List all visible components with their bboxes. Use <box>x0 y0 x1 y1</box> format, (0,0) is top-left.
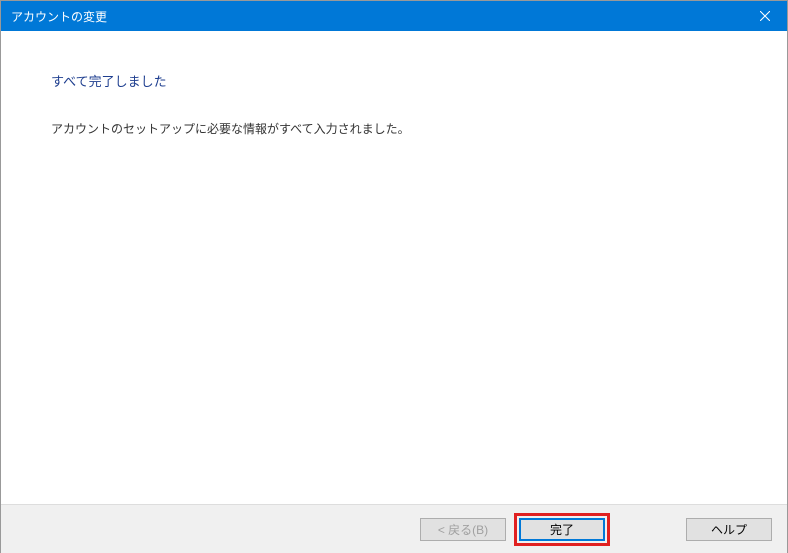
content-area: すべて完了しました アカウントのセットアップに必要な情報がすべて入力されました。 <box>1 31 787 504</box>
close-button[interactable] <box>742 1 787 31</box>
titlebar: アカウントの変更 <box>1 1 787 31</box>
finish-button-highlight: 完了 <box>514 513 610 546</box>
help-button[interactable]: ヘルプ <box>686 518 772 541</box>
window-title: アカウントの変更 <box>11 8 107 25</box>
finish-button[interactable]: 完了 <box>519 518 605 541</box>
back-button: < 戻る(B) <box>420 518 506 541</box>
footer-bar: < 戻る(B) 完了 ヘルプ <box>1 504 787 553</box>
page-description: アカウントのセットアップに必要な情報がすべて入力されました。 <box>51 120 737 137</box>
close-icon <box>760 11 770 21</box>
page-heading: すべて完了しました <box>51 71 737 90</box>
